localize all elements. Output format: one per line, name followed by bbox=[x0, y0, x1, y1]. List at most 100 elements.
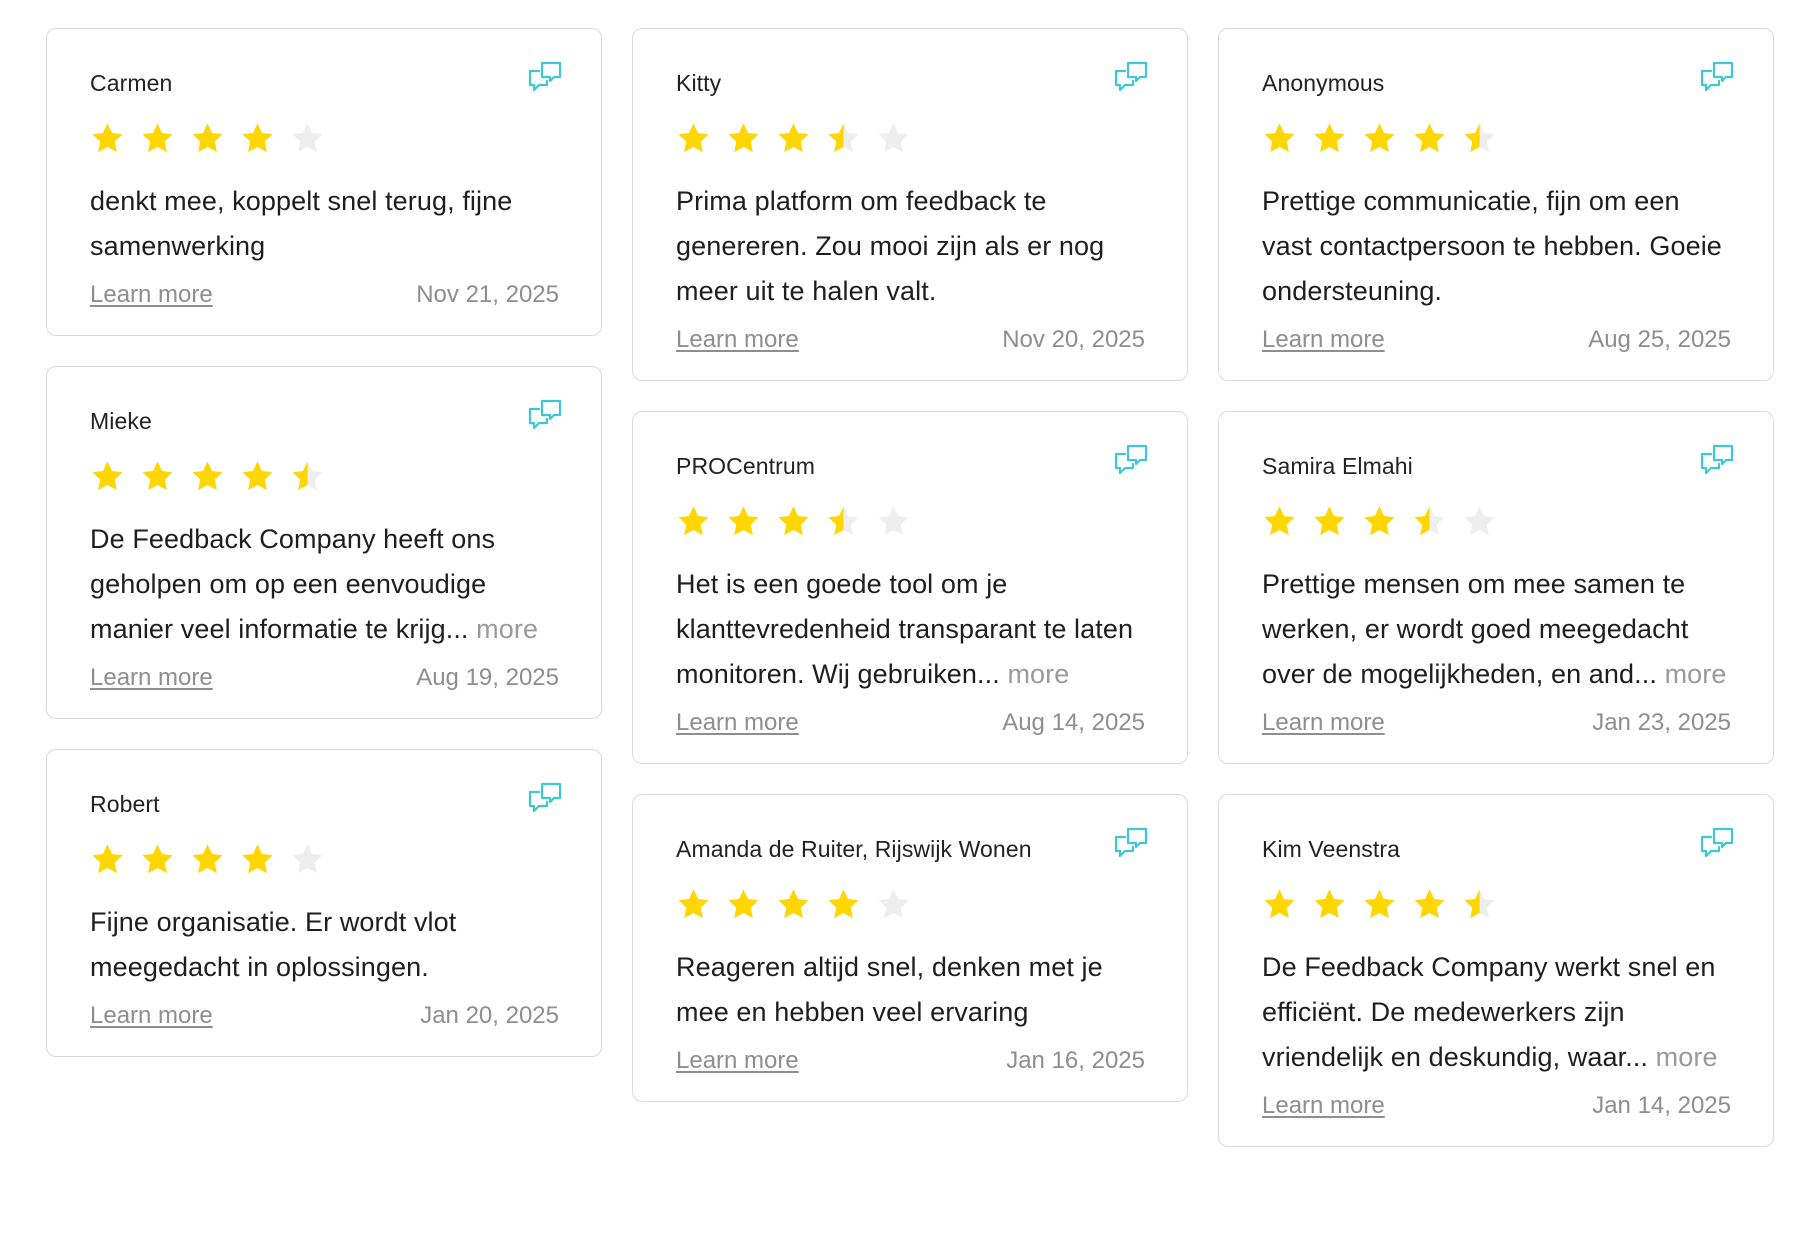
review-body: Prettige communicatie, fijn om een vast … bbox=[1262, 186, 1722, 306]
review-card: Samira Elmahi Prettige mensen om mee sam… bbox=[1218, 411, 1774, 764]
read-more-link[interactable]: more bbox=[1665, 659, 1727, 689]
review-body: De Feedback Company werkt snel en effici… bbox=[1262, 952, 1716, 1072]
star-icon bbox=[242, 461, 273, 491]
star-icon bbox=[828, 889, 859, 919]
read-more-link[interactable]: more bbox=[476, 614, 538, 644]
review-card-header: Kim Veenstra bbox=[1262, 827, 1734, 869]
review-date: Aug 14, 2025 bbox=[1002, 709, 1145, 736]
review-card: Kitty Prima platform om feedback te gene… bbox=[632, 28, 1188, 381]
reviewer-name: Anonymous bbox=[1262, 70, 1385, 96]
reviews-column: Carmen denkt mee, koppelt snel terug, fi… bbox=[46, 28, 602, 1087]
star-icon bbox=[878, 889, 909, 919]
review-body: De Feedback Company heeft ons geholpen o… bbox=[90, 524, 496, 644]
review-text: De Feedback Company werkt snel en effici… bbox=[1262, 945, 1731, 1080]
reviewer-name: Amanda de Ruiter, Rijswijk Wonen bbox=[676, 836, 1032, 862]
star-icon bbox=[292, 844, 323, 874]
review-date: Nov 21, 2025 bbox=[416, 281, 559, 308]
share-review-icon[interactable] bbox=[1697, 440, 1737, 480]
star-icon bbox=[828, 506, 859, 536]
review-card: Amanda de Ruiter, Rijswijk Wonen Reagere… bbox=[632, 794, 1188, 1102]
star-icon bbox=[92, 461, 123, 491]
share-review-icon-graphic bbox=[1114, 827, 1148, 858]
reviewer-name: Kim Veenstra bbox=[1262, 836, 1400, 862]
star-icon bbox=[1264, 889, 1295, 919]
share-review-icon[interactable] bbox=[1111, 440, 1151, 480]
share-review-icon[interactable] bbox=[1111, 823, 1151, 863]
learn-more-link[interactable]: Learn more bbox=[676, 709, 799, 737]
review-card-header: Mieke bbox=[90, 399, 562, 441]
share-review-icon[interactable] bbox=[525, 778, 565, 818]
review-body: denkt mee, koppelt snel terug, fijne sam… bbox=[90, 186, 513, 261]
review-text: Prima platform om feedback te genereren.… bbox=[676, 179, 1145, 314]
share-review-icon[interactable] bbox=[1697, 57, 1737, 97]
share-review-icon-graphic bbox=[528, 399, 562, 430]
star-icon bbox=[1314, 506, 1345, 536]
star-icon bbox=[1414, 506, 1445, 536]
star-icon bbox=[1464, 889, 1495, 919]
star-rating bbox=[676, 887, 1145, 922]
learn-more-link[interactable]: Learn more bbox=[1262, 1092, 1385, 1120]
star-icon bbox=[1264, 506, 1295, 536]
star-rating bbox=[1262, 121, 1731, 156]
read-more-link[interactable]: more bbox=[1007, 659, 1069, 689]
star-icon bbox=[242, 844, 273, 874]
share-review-icon-graphic bbox=[1700, 444, 1734, 475]
share-review-icon[interactable] bbox=[525, 395, 565, 435]
star-rating bbox=[90, 842, 559, 877]
learn-more-link[interactable]: Learn more bbox=[676, 326, 799, 354]
review-body: Prettige mensen om mee samen te werken, … bbox=[1262, 569, 1689, 689]
star-icon bbox=[778, 123, 809, 153]
reviewer-name: Robert bbox=[90, 791, 160, 817]
star-icon bbox=[728, 123, 759, 153]
review-date: Aug 19, 2025 bbox=[416, 664, 559, 691]
share-review-icon[interactable] bbox=[1697, 823, 1737, 863]
star-icon bbox=[192, 461, 223, 491]
reviewer-name: Kitty bbox=[676, 70, 722, 96]
star-icon bbox=[1264, 123, 1295, 153]
review-card: Anonymous Prettige communicatie, fijn om… bbox=[1218, 28, 1774, 381]
star-rating bbox=[676, 121, 1145, 156]
review-body: Prima platform om feedback te genereren.… bbox=[676, 186, 1105, 306]
review-text: Het is een goede tool om je klanttevrede… bbox=[676, 562, 1145, 697]
star-icon bbox=[1314, 889, 1345, 919]
learn-more-link[interactable]: Learn more bbox=[90, 664, 213, 692]
review-body: Reageren altijd snel, denken met je mee … bbox=[676, 952, 1103, 1027]
review-date: Jan 23, 2025 bbox=[1592, 709, 1731, 736]
star-icon bbox=[1314, 123, 1345, 153]
review-card-footer: Learn more Aug 14, 2025 bbox=[676, 709, 1145, 737]
review-date: Jan 14, 2025 bbox=[1592, 1092, 1731, 1119]
star-icon bbox=[142, 844, 173, 874]
star-icon bbox=[728, 889, 759, 919]
share-review-icon[interactable] bbox=[525, 57, 565, 97]
share-review-icon-graphic bbox=[1114, 444, 1148, 475]
star-rating bbox=[1262, 504, 1731, 539]
review-card-header: Kitty bbox=[676, 61, 1148, 103]
reviewer-name: Carmen bbox=[90, 70, 173, 96]
star-rating bbox=[676, 504, 1145, 539]
star-icon bbox=[92, 844, 123, 874]
learn-more-link[interactable]: Learn more bbox=[90, 1002, 213, 1030]
star-icon bbox=[242, 123, 273, 153]
learn-more-link[interactable]: Learn more bbox=[1262, 709, 1385, 737]
review-date: Jan 20, 2025 bbox=[420, 1002, 559, 1029]
learn-more-link[interactable]: Learn more bbox=[1262, 326, 1385, 354]
star-icon bbox=[678, 506, 709, 536]
star-icon bbox=[778, 506, 809, 536]
reviewer-name: Mieke bbox=[90, 408, 152, 434]
star-icon bbox=[1414, 123, 1445, 153]
star-icon bbox=[828, 123, 859, 153]
star-icon bbox=[678, 123, 709, 153]
reviews-column: Anonymous Prettige communicatie, fijn om… bbox=[1218, 28, 1774, 1177]
read-more-link[interactable]: more bbox=[1656, 1042, 1718, 1072]
learn-more-link[interactable]: Learn more bbox=[676, 1047, 799, 1075]
review-body: Fijne organisatie. Er wordt vlot meegeda… bbox=[90, 907, 457, 982]
review-date: Jan 16, 2025 bbox=[1006, 1047, 1145, 1074]
share-review-icon[interactable] bbox=[1111, 57, 1151, 97]
star-icon bbox=[1364, 123, 1395, 153]
reviewer-name: PROCentrum bbox=[676, 453, 816, 479]
reviews-grid: Carmen denkt mee, koppelt snel terug, fi… bbox=[0, 0, 1800, 1239]
review-card: Carmen denkt mee, koppelt snel terug, fi… bbox=[46, 28, 602, 336]
learn-more-link[interactable]: Learn more bbox=[90, 281, 213, 309]
star-rating bbox=[90, 459, 559, 494]
share-review-icon-graphic bbox=[528, 782, 562, 813]
